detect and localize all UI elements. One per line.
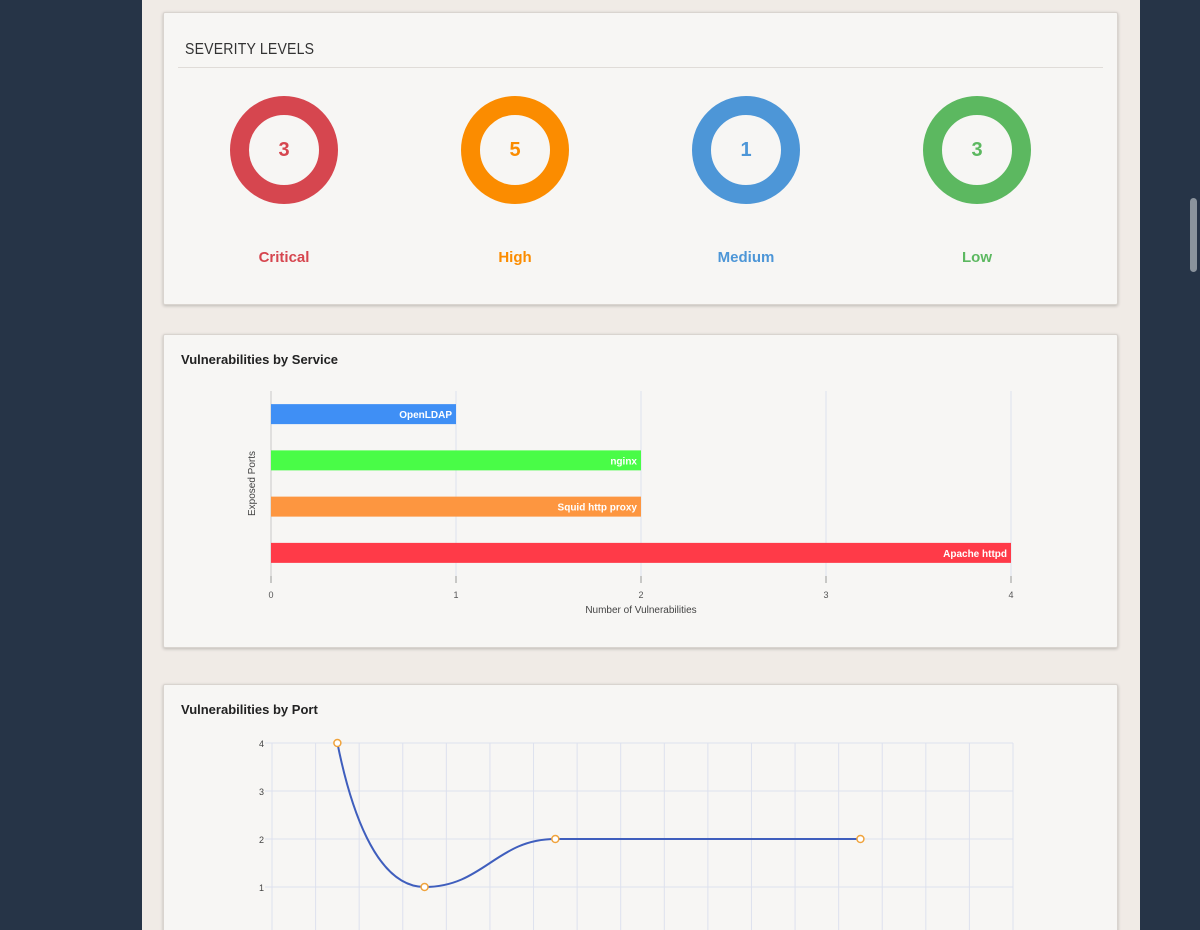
x-tick-label: 0 (268, 590, 273, 600)
x-tick-label: 4 (1008, 590, 1013, 600)
page-scrollbar[interactable] (1190, 198, 1197, 272)
medium-count-ring: 1 (692, 96, 800, 204)
vulnerabilities-by-port-card: Vulnerabilities by Port 1234 (163, 684, 1118, 930)
bar (271, 450, 641, 471)
critical-count: 3 (278, 138, 290, 161)
service-bar-chart: 0 1 2 3 4 OpenLDAP nginx Squid http proxy Apache… (247, 391, 1014, 616)
critical-count-ring: 3 (230, 96, 338, 204)
y-tick-label: 4 (259, 739, 264, 749)
high-count: 5 (509, 138, 521, 161)
low-count: 3 (971, 138, 983, 161)
bar-label: OpenLDAP (399, 410, 452, 421)
low-count-ring: 3 (923, 96, 1031, 204)
severity-levels-title: SEVERITY LEVELS (185, 41, 315, 58)
critical-label: Critical (258, 249, 310, 266)
low-label: Low (962, 249, 992, 266)
bar-label: nginx (610, 456, 637, 467)
x-tick-label: 3 (823, 590, 828, 600)
bar-label: Apache httpd (943, 549, 1007, 560)
bar-label: Squid http proxy (558, 503, 638, 514)
divider (178, 67, 1103, 68)
medium-count: 1 (740, 138, 752, 161)
x-tick-label: 2 (638, 590, 643, 600)
data-point (856, 834, 865, 844)
report-page: SEVERITY LEVELS 3 5 1 3 Critical High Me… (142, 0, 1140, 930)
high-label: High (498, 249, 532, 266)
severity-levels-card: SEVERITY LEVELS 3 5 1 3 Critical High Me… (163, 12, 1118, 305)
y-tick-label: 1 (259, 883, 264, 893)
series-line (336, 742, 861, 889)
x-tick-label: 1 (453, 590, 458, 600)
vulnerabilities-by-service-card: Vulnerabilities by Service 0 1 2 3 4 OpenLDAP… (163, 334, 1118, 648)
medium-label: Medium (717, 249, 775, 266)
port-line-chart: 1 2 3 4 (259, 738, 1014, 930)
x-axis-label: Number of Vulnerabilities (585, 605, 696, 616)
high-count-ring: 5 (461, 96, 569, 204)
data-point (420, 882, 429, 892)
y-tick-label: 3 (259, 787, 264, 797)
data-point (551, 834, 560, 844)
data-point (333, 738, 342, 748)
y-axis-label: Exposed Ports (247, 451, 258, 516)
bar (271, 542, 1011, 563)
y-tick-label: 2 (259, 835, 264, 845)
